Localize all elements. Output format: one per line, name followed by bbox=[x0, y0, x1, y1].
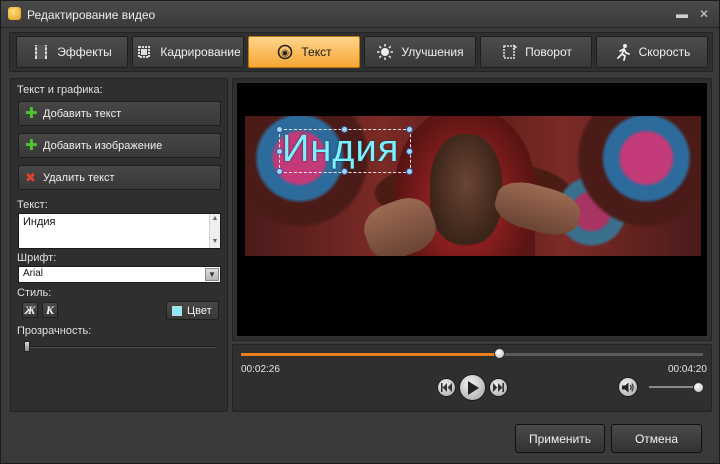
font-select-value: Arial bbox=[23, 268, 44, 279]
tab-rotate-label: Поворот bbox=[525, 45, 572, 59]
app-logo-icon bbox=[8, 7, 21, 20]
text-overlay-box[interactable]: Индия bbox=[276, 126, 413, 175]
tab-crop-label: Кадрирование bbox=[160, 45, 241, 59]
svg-text:◉: ◉ bbox=[281, 49, 289, 59]
resize-handle[interactable] bbox=[341, 126, 348, 133]
resize-handle[interactable] bbox=[276, 168, 283, 175]
color-swatch bbox=[172, 305, 182, 316]
sun-icon bbox=[377, 44, 394, 60]
runner-icon bbox=[616, 44, 630, 61]
skip-forward-icon bbox=[493, 383, 504, 392]
tab-rotate[interactable]: Поворот bbox=[480, 36, 592, 68]
style-label: Стиль: bbox=[17, 287, 52, 299]
section-title: Текст и графика: bbox=[17, 84, 103, 96]
volume-slider-track[interactable] bbox=[649, 386, 699, 388]
text-input[interactable]: Индия ▲ ▼ bbox=[18, 213, 221, 249]
bold-button[interactable]: Ж bbox=[22, 302, 38, 318]
font-select[interactable]: Arial ▼ bbox=[18, 266, 221, 283]
tab-text[interactable]: ◉ Текст bbox=[248, 36, 360, 68]
tab-crop[interactable]: Кадрирование bbox=[132, 36, 244, 68]
tab-enhance[interactable]: Улучшения bbox=[364, 36, 476, 68]
skip-back-icon bbox=[441, 383, 452, 392]
resize-handle[interactable] bbox=[406, 148, 413, 155]
plus-icon: ✚ bbox=[25, 104, 38, 122]
timeline-progress bbox=[241, 353, 500, 356]
crop-icon bbox=[138, 46, 151, 58]
volume-button[interactable] bbox=[618, 377, 638, 397]
text-field-label: Текст: bbox=[17, 199, 48, 211]
opacity-label: Прозрачность: bbox=[17, 325, 92, 337]
video-preview[interactable]: Индия bbox=[237, 83, 707, 336]
play-button[interactable] bbox=[459, 374, 486, 401]
volume-slider-thumb[interactable] bbox=[693, 382, 704, 393]
timeline-track[interactable] bbox=[241, 353, 703, 356]
tab-bar: Эффекты Кадрирование ◉ Текст Улучшения П… bbox=[9, 32, 713, 72]
tab-text-label: Текст bbox=[301, 45, 332, 59]
player-controls: 00:02:26 00:04:20 bbox=[232, 344, 712, 412]
face-shape bbox=[430, 134, 502, 244]
cancel-button[interactable]: Отмена bbox=[611, 424, 702, 453]
add-text-button[interactable]: ✚ Добавить текст bbox=[18, 101, 221, 126]
preview-panel: Индия bbox=[232, 78, 712, 341]
resize-handle[interactable] bbox=[276, 148, 283, 155]
tab-enhance-label: Улучшения bbox=[401, 45, 464, 59]
resize-handle[interactable] bbox=[406, 126, 413, 133]
next-button[interactable] bbox=[489, 378, 508, 397]
color-button-label: Цвет bbox=[187, 304, 212, 317]
minimize-icon[interactable]: ▬ bbox=[673, 6, 691, 22]
scroll-down-icon[interactable]: ▼ bbox=[211, 238, 219, 246]
resize-handle[interactable] bbox=[406, 168, 413, 175]
video-frame: Индия bbox=[245, 116, 701, 256]
add-image-button[interactable]: ✚ Добавить изображение bbox=[18, 133, 221, 158]
video-editor-window: Редактирование видео ▬ ✕ Эффекты Кадриро… bbox=[0, 0, 720, 464]
current-time: 00:02:26 bbox=[241, 364, 280, 375]
play-icon bbox=[467, 380, 479, 395]
chevron-down-icon[interactable]: ▼ bbox=[205, 268, 219, 281]
total-time: 00:04:20 bbox=[668, 364, 707, 375]
speaker-icon bbox=[622, 382, 634, 392]
italic-button[interactable]: К bbox=[42, 302, 58, 318]
text-scrollbar[interactable]: ▲ ▼ bbox=[209, 214, 220, 248]
scroll-up-icon[interactable]: ▲ bbox=[211, 215, 219, 223]
timeline-thumb[interactable] bbox=[493, 348, 505, 359]
delete-text-label: Удалить текст bbox=[43, 171, 115, 184]
text-overlay[interactable]: Индия bbox=[282, 128, 399, 171]
tab-speed[interactable]: Скорость bbox=[596, 36, 708, 68]
color-button[interactable]: Цвет bbox=[166, 301, 219, 320]
prev-button[interactable] bbox=[437, 378, 456, 397]
delete-x-icon: ✖ bbox=[25, 169, 36, 185]
resize-handle[interactable] bbox=[341, 168, 348, 175]
tab-speed-label: Скорость bbox=[638, 45, 691, 59]
text-icon: ◉ bbox=[278, 44, 293, 60]
close-icon[interactable]: ✕ bbox=[695, 6, 713, 22]
tab-effects-label: Эффекты bbox=[57, 45, 112, 59]
add-image-label: Добавить изображение bbox=[43, 139, 163, 152]
title-bar: Редактирование видео ▬ ✕ bbox=[1, 1, 719, 28]
add-text-label: Добавить текст bbox=[43, 107, 122, 120]
film-icon bbox=[35, 45, 48, 59]
rotate-icon bbox=[503, 44, 518, 59]
delete-text-button[interactable]: ✖ Удалить текст bbox=[18, 165, 221, 190]
opacity-slider-track[interactable] bbox=[25, 346, 216, 348]
text-graphics-panel: Текст и графика: ✚ Добавить текст ✚ Доба… bbox=[10, 78, 228, 412]
tab-effects[interactable]: Эффекты bbox=[16, 36, 128, 68]
opacity-slider-thumb[interactable] bbox=[24, 341, 30, 352]
text-input-value: Индия bbox=[23, 216, 56, 228]
plus-icon: ✚ bbox=[25, 136, 38, 154]
window-title: Редактирование видео bbox=[27, 8, 156, 22]
resize-handle[interactable] bbox=[276, 126, 283, 133]
font-label: Шрифт: bbox=[17, 252, 57, 264]
apply-button[interactable]: Применить bbox=[515, 424, 605, 453]
